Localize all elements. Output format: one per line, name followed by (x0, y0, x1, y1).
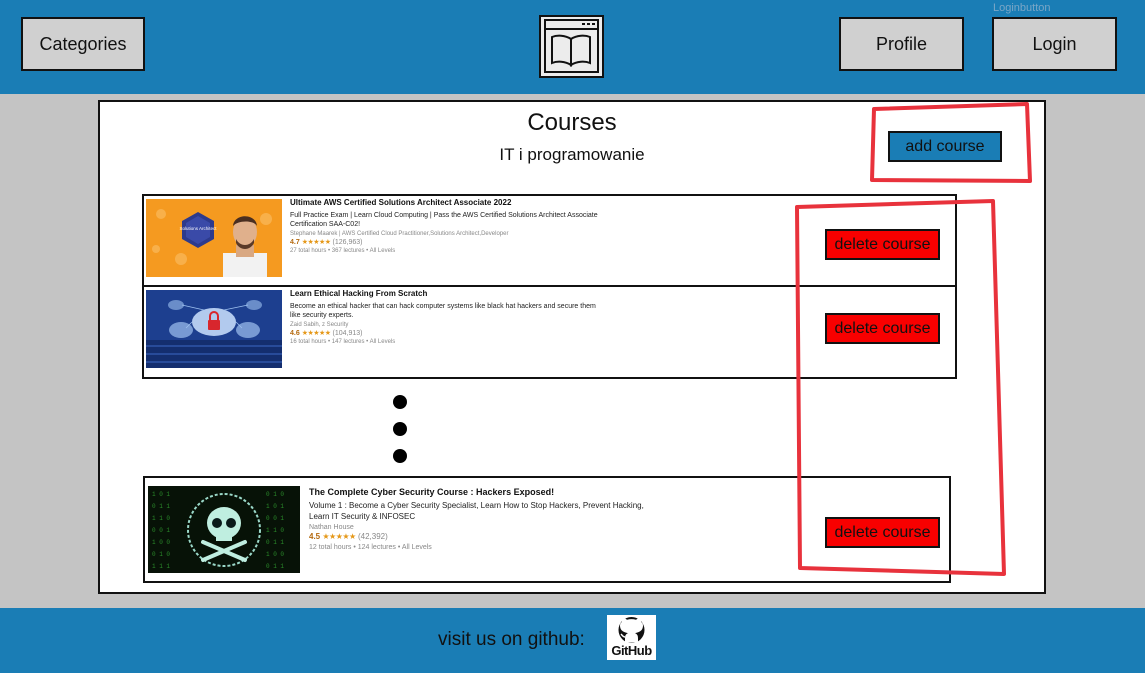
svg-text:0 0 1: 0 0 1 (266, 515, 284, 522)
course-description: Volume 1 : Become a Cyber Security Speci… (309, 501, 644, 521)
footer-text: visit us on github: (438, 629, 585, 650)
course-title[interactable]: Ultimate AWS Certified Solutions Archite… (290, 198, 600, 209)
svg-text:1 0 0: 1 0 0 (266, 551, 284, 558)
svg-text:1 1 0: 1 1 0 (266, 527, 284, 534)
profile-button[interactable]: Profile (839, 17, 964, 71)
github-octocat-icon (618, 617, 645, 643)
course-thumbnail (146, 290, 282, 368)
course-ratings-count: (42,392) (357, 532, 388, 542)
course-rating: 4.6 (290, 329, 300, 337)
svg-text:0 1 0: 0 1 0 (152, 551, 170, 558)
course-info: Ultimate AWS Certified Solutions Archite… (290, 198, 600, 255)
course-ratings-count: (104,913) (332, 329, 363, 337)
github-link[interactable]: GitHub (607, 615, 656, 660)
thumb-badge-text: Solutions Architect (179, 226, 217, 231)
login-button-annotation: Loginbutton (993, 2, 1051, 14)
course-rating-row: 4.7 ★★★★★ (126,963) (290, 238, 600, 247)
svg-text:0 1 1: 0 1 1 (266, 563, 284, 570)
course-author: Nathan House (309, 523, 354, 531)
github-label: GitHub (611, 643, 652, 658)
course-author: Stephane Maarek | AWS Certified Cloud Pr… (290, 230, 509, 237)
course-meta: 16 total hours • 147 lectures • All Leve… (290, 339, 396, 346)
course-info: Learn Ethical Hacking From Scratch Becom… (290, 289, 600, 346)
course-meta: 12 total hours • 124 lectures • All Leve… (309, 543, 432, 551)
add-course-button[interactable]: add course (888, 131, 1002, 162)
course-description: Become an ethical hacker that can hack c… (290, 302, 596, 320)
delete-course-button[interactable]: delete course (825, 517, 940, 548)
ellipsis-dot-icon (393, 449, 407, 463)
course-rating-row: 4.6 ★★★★★ (104,913) (290, 329, 600, 338)
course-thumbnail: 1 0 1 0 1 1 1 1 0 0 0 1 1 0 0 0 1 0 1 1 1 0 … (148, 486, 300, 573)
course-ratings-count: (126,963) (332, 238, 363, 246)
star-rating-icon: ★★★★★ (322, 532, 356, 542)
star-rating-icon: ★★★★★ (301, 329, 331, 337)
course-thumbnail: Solutions Architect (146, 199, 282, 277)
svg-text:0 1 0: 0 1 0 (266, 491, 284, 498)
course-title[interactable]: The Complete Cyber Security Course : Hac… (309, 486, 659, 498)
svg-text:0 1 1: 0 1 1 (152, 503, 170, 510)
course-meta: 27 total hours • 367 lectures • All Leve… (290, 248, 396, 255)
courses-panel: Courses IT i programowanie add course So… (98, 100, 1046, 594)
svg-text:1 0 0: 1 0 0 (152, 539, 170, 546)
book-browser-icon[interactable] (539, 15, 604, 78)
course-title[interactable]: Learn Ethical Hacking From Scratch (290, 289, 600, 300)
ellipsis-dot-icon (393, 395, 407, 409)
header-bar: Categories Profile Loginbutton Login (0, 0, 1145, 94)
svg-text:1 1 0: 1 1 0 (152, 515, 170, 522)
course-description: Full Practice Exam | Learn Cloud Computi… (290, 211, 598, 229)
svg-text:1 0 1: 1 0 1 (266, 503, 284, 510)
delete-course-button[interactable]: delete course (825, 229, 940, 260)
svg-text:1 0 1: 1 0 1 (152, 491, 170, 498)
ellipsis-dot-icon (393, 422, 407, 436)
delete-course-button[interactable]: delete course (825, 313, 940, 344)
course-rating: 4.7 (290, 238, 300, 246)
course-info: The Complete Cyber Security Course : Hac… (309, 486, 659, 552)
course-rating-row: 4.5 ★★★★★ (42,392) (309, 532, 659, 543)
star-rating-icon: ★★★★★ (301, 238, 331, 246)
course-author: Zaid Sabih, z Security (290, 321, 349, 328)
course-rating: 4.5 (309, 532, 321, 542)
footer-bar: visit us on github: (0, 608, 1145, 673)
categories-button[interactable]: Categories (21, 17, 145, 71)
login-button[interactable]: Login (992, 17, 1117, 71)
svg-text:1 1 1: 1 1 1 (152, 563, 170, 570)
svg-text:0 1 1: 0 1 1 (266, 539, 284, 546)
svg-text:0 0 1: 0 0 1 (152, 527, 170, 534)
